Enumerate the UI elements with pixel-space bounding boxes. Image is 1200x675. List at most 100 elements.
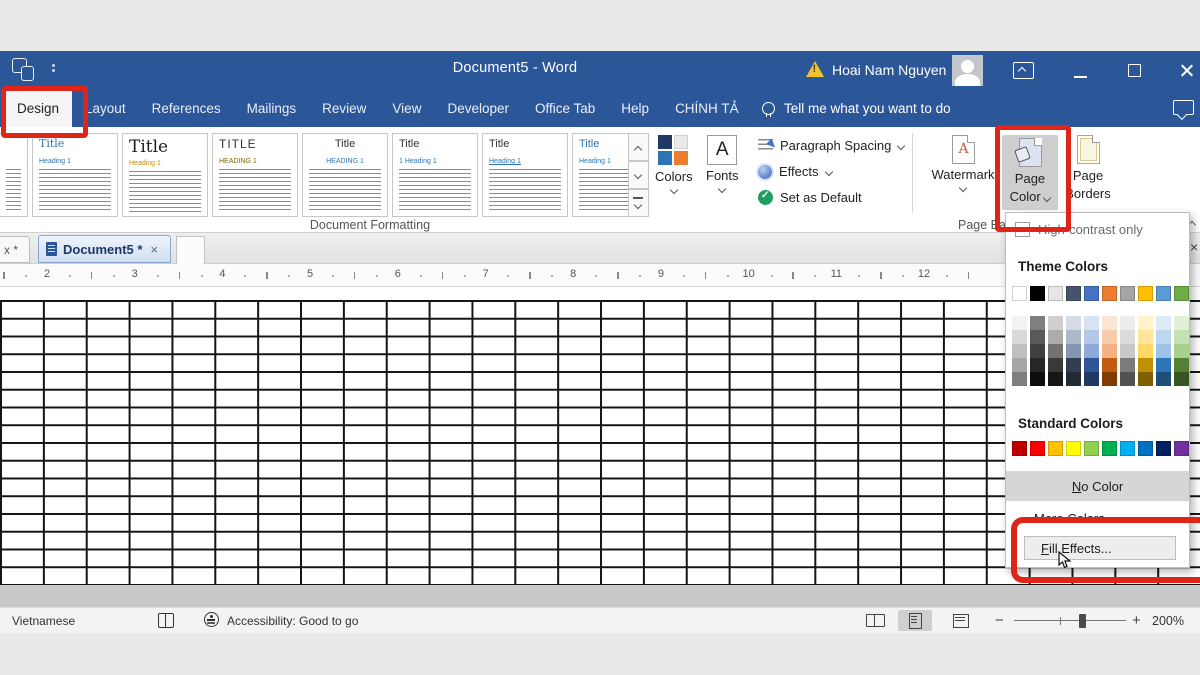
theme-variant-swatch[interactable] — [1156, 344, 1171, 358]
style-gallery-item[interactable]: Title1 Heading 1 — [392, 133, 478, 217]
theme-variant-swatch[interactable] — [1012, 344, 1027, 358]
theme-variant-swatch[interactable] — [1138, 358, 1153, 372]
theme-color-swatch[interactable] — [1030, 286, 1045, 301]
theme-variant-swatch[interactable] — [1048, 372, 1063, 386]
theme-color-swatch[interactable] — [1066, 286, 1081, 301]
theme-variant-swatch[interactable] — [1156, 316, 1171, 330]
standard-color-swatch[interactable] — [1156, 441, 1171, 456]
read-mode-button[interactable] — [858, 610, 892, 631]
set-as-default-button[interactable]: Set as Default — [758, 190, 862, 205]
theme-variant-swatch[interactable] — [1012, 316, 1027, 330]
style-gallery-item[interactable]: TitleHeading 1 — [572, 133, 628, 217]
style-gallery-item[interactable]: TitleHeading 1 — [122, 133, 208, 217]
zoom-slider-track[interactable] — [1014, 620, 1126, 621]
theme-variant-swatch[interactable] — [1066, 316, 1081, 330]
theme-variant-swatch[interactable] — [1084, 316, 1099, 330]
tell-me-box[interactable]: Tell me what you want to do — [762, 90, 951, 127]
theme-variant-swatch[interactable] — [1048, 344, 1063, 358]
minimize-button[interactable] — [1074, 76, 1087, 78]
theme-variant-swatch[interactable] — [1030, 372, 1045, 386]
gallery-scroll-down-icon[interactable] — [628, 161, 649, 189]
standard-color-swatch[interactable] — [1084, 441, 1099, 456]
maximize-button[interactable] — [1128, 64, 1141, 77]
ribbon-tab-view[interactable]: View — [379, 90, 434, 127]
theme-color-swatch[interactable] — [1156, 286, 1171, 301]
watermark-button[interactable]: Watermark — [932, 135, 994, 191]
document-tab-partial[interactable]: x * — [0, 236, 30, 263]
theme-variant-swatch[interactable] — [1084, 330, 1099, 344]
theme-variant-swatch[interactable] — [1102, 372, 1117, 386]
fonts-button[interactable]: Fonts — [706, 135, 739, 192]
theme-variant-swatch[interactable] — [1030, 344, 1045, 358]
no-color-option[interactable]: No Color — [1006, 471, 1189, 501]
theme-variant-swatch[interactable] — [1066, 344, 1081, 358]
theme-variant-swatch[interactable] — [1156, 372, 1171, 386]
theme-variant-swatch[interactable] — [1174, 372, 1189, 386]
zoom-slider-handle[interactable] — [1079, 614, 1086, 628]
accessibility-status[interactable]: Accessibility: Good to go — [227, 614, 358, 628]
theme-variant-swatch[interactable] — [1120, 316, 1135, 330]
theme-variant-swatch[interactable] — [1174, 330, 1189, 344]
theme-variant-swatch[interactable] — [1102, 330, 1117, 344]
theme-variant-swatch[interactable] — [1084, 358, 1099, 372]
style-gallery-item[interactable]: TITLEHEADING 1 — [212, 133, 298, 217]
user-name[interactable]: Hoai Nam Nguyen — [832, 62, 946, 78]
theme-color-swatch[interactable] — [1084, 286, 1099, 301]
standard-color-swatch[interactable] — [1174, 441, 1189, 456]
ribbon-tab-mailings[interactable]: Mailings — [234, 90, 310, 127]
gallery-scroll-up-icon[interactable] — [628, 133, 649, 161]
zoom-level[interactable]: 200% — [1152, 614, 1184, 628]
ribbon-tab-references[interactable]: References — [139, 90, 234, 127]
theme-variant-swatch[interactable] — [1120, 330, 1135, 344]
ribbon-tab-review[interactable]: Review — [309, 90, 379, 127]
theme-variant-swatch[interactable] — [1156, 330, 1171, 344]
proofing-icon[interactable] — [158, 613, 174, 628]
theme-variant-swatch[interactable] — [1120, 358, 1135, 372]
theme-color-swatch[interactable] — [1048, 286, 1063, 301]
web-layout-button[interactable] — [944, 610, 978, 631]
theme-variant-swatch[interactable] — [1102, 358, 1117, 372]
theme-variant-swatch[interactable] — [1066, 372, 1081, 386]
style-gallery-item[interactable] — [0, 133, 28, 217]
tab-bar-close-icon[interactable] — [1190, 239, 1198, 255]
theme-variant-swatch[interactable] — [1102, 316, 1117, 330]
ribbon-tab-office-tab[interactable]: Office Tab — [522, 90, 608, 127]
standard-color-swatch[interactable] — [1066, 441, 1081, 456]
theme-color-swatch[interactable] — [1138, 286, 1153, 301]
theme-color-swatch[interactable] — [1012, 286, 1027, 301]
ribbon-tab-help[interactable]: Help — [608, 90, 662, 127]
warning-icon[interactable] — [806, 61, 824, 77]
style-gallery-item[interactable]: TitleHEADING 1 — [302, 133, 388, 217]
theme-variant-swatch[interactable] — [1048, 358, 1063, 372]
theme-variant-swatch[interactable] — [1174, 316, 1189, 330]
document-tab-active[interactable]: Document5 * — [38, 235, 171, 263]
theme-variant-swatch[interactable] — [1048, 316, 1063, 330]
theme-variant-swatch[interactable] — [1030, 358, 1045, 372]
theme-variant-swatch[interactable] — [1174, 358, 1189, 372]
theme-variant-swatch[interactable] — [1066, 358, 1081, 372]
style-gallery-item[interactable]: TitleHeading 1 — [32, 133, 118, 217]
standard-color-swatch[interactable] — [1138, 441, 1153, 456]
tab-close-icon[interactable] — [150, 242, 158, 257]
theme-variant-swatch[interactable] — [1012, 372, 1027, 386]
theme-color-swatch[interactable] — [1120, 286, 1135, 301]
standard-color-swatch[interactable] — [1048, 441, 1063, 456]
theme-variant-swatch[interactable] — [1120, 372, 1135, 386]
standard-color-swatch[interactable] — [1030, 441, 1045, 456]
colors-button[interactable]: Colors — [655, 135, 693, 193]
ribbon-tab-chính-tả[interactable]: CHÍNH TẢ — [662, 90, 752, 127]
effects-button[interactable]: Effects — [758, 164, 832, 179]
theme-variant-swatch[interactable] — [1012, 358, 1027, 372]
theme-variant-swatch[interactable] — [1012, 330, 1027, 344]
theme-variant-swatch[interactable] — [1030, 330, 1045, 344]
theme-variant-swatch[interactable] — [1102, 344, 1117, 358]
comment-icon[interactable] — [1173, 100, 1194, 115]
style-gallery-item[interactable]: TitleHeading 1 — [482, 133, 568, 217]
theme-variant-swatch[interactable] — [1138, 372, 1153, 386]
standard-color-swatch[interactable] — [1102, 441, 1117, 456]
close-button[interactable] — [1179, 63, 1194, 78]
standard-color-swatch[interactable] — [1120, 441, 1135, 456]
theme-color-swatch[interactable] — [1174, 286, 1189, 301]
ribbon-display-options-icon[interactable] — [1013, 62, 1034, 79]
ribbon-tab-developer[interactable]: Developer — [434, 90, 522, 127]
